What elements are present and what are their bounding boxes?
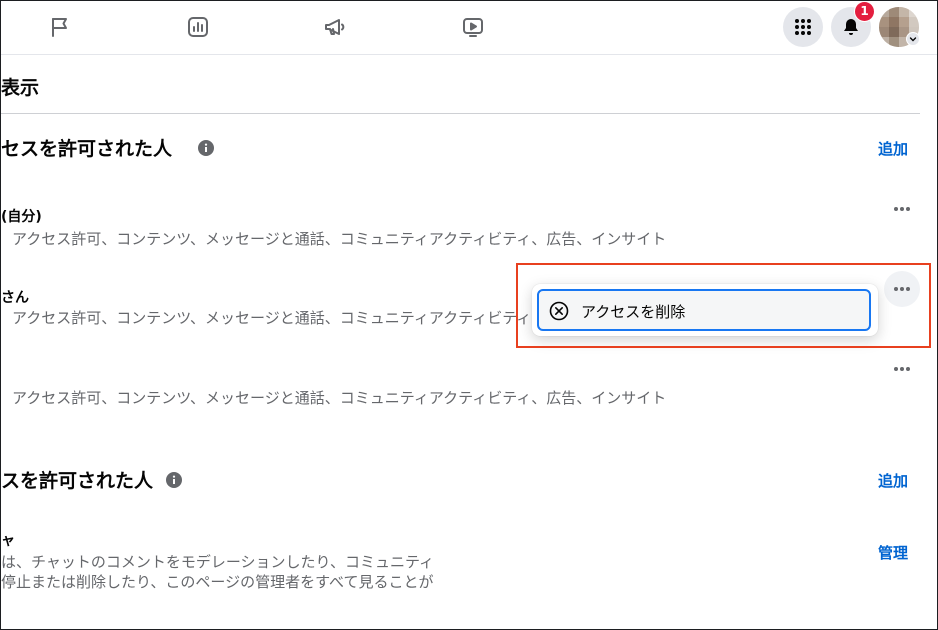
member-name: (自分) (1, 209, 42, 225)
section-title-page-access: セスを許可された人 (1, 138, 173, 160)
info-icon[interactable] (166, 472, 182, 488)
grid-icon (795, 19, 811, 35)
add-task-access-button[interactable]: 追加 (878, 470, 908, 491)
menu-grid-button[interactable] (783, 7, 823, 47)
member-more-button[interactable] (884, 351, 920, 387)
member-more-button[interactable] (884, 191, 920, 227)
add-page-access-button[interactable]: 追加 (878, 138, 908, 159)
title-divider (1, 113, 920, 114)
manage-button[interactable]: 管理 (878, 542, 908, 563)
role-description-line2: 停止または削除したり、このページの管理者をすべて見ることが (1, 573, 434, 591)
flag-icon[interactable] (48, 15, 72, 39)
megaphone-icon[interactable] (323, 15, 347, 39)
role-name: ャ (1, 533, 15, 549)
insights-icon[interactable] (186, 15, 210, 39)
annotation-highlight-box (516, 263, 931, 348)
top-navigation-bar: 1 (1, 1, 937, 55)
section-title-task-access: スを許可された人 (1, 470, 154, 492)
notification-badge: 1 (855, 2, 874, 21)
member-permissions: アクセス許可、コンテンツ、メッセージと通話、コミュニティアクティビティ、 (12, 309, 547, 327)
page-title: 表示 (1, 77, 40, 99)
window-frame: 1 表示 セスを許可された人 追加 (自分) アクセス許可、コンテンツ、メッセー… (0, 0, 938, 630)
member-permissions: アクセス許可、コンテンツ、メッセージと通話、コミュニティアクティビティ、広告、イ… (12, 389, 667, 407)
account-chevron[interactable] (907, 33, 919, 45)
info-icon[interactable] (198, 140, 214, 156)
role-description-line1: は、チャットのコメントをモデレーションしたり、コミュニティ (1, 553, 435, 571)
member-permissions: アクセス許可、コンテンツ、メッセージと通話、コミュニティアクティビティ、広告、イ… (12, 230, 667, 248)
video-icon[interactable] (461, 15, 485, 39)
bell-icon (844, 19, 858, 35)
member-name: さん (1, 290, 29, 306)
chevron-down-icon (909, 37, 917, 42)
